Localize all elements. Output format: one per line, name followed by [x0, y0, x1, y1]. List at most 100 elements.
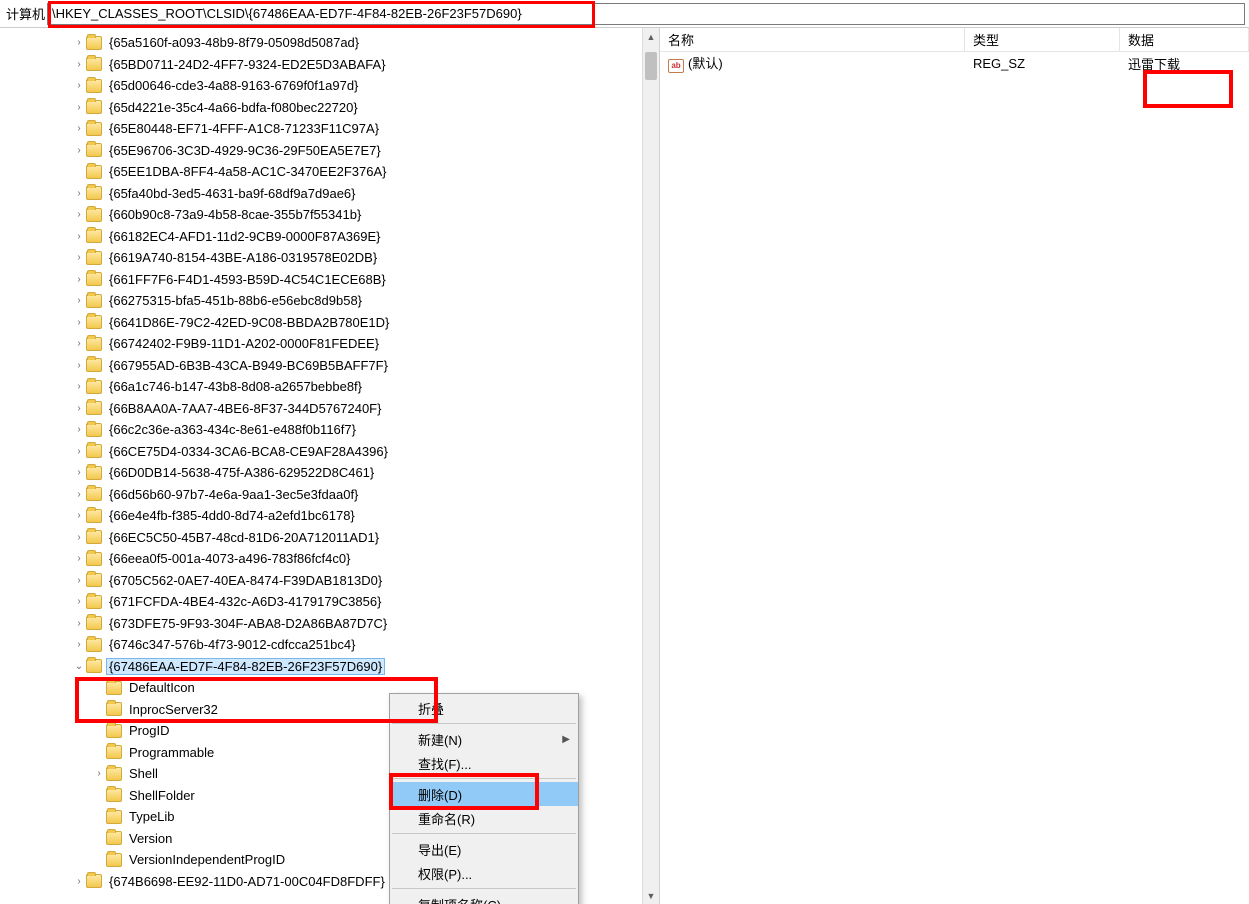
tree-item[interactable]: ›{661FF7F6-F4D1-4593-B59D-4C54C1ECE68B} [0, 269, 659, 291]
menu-collapse[interactable]: 折叠 [390, 696, 578, 720]
values-header: 名称 类型 数据 [660, 28, 1249, 52]
tree-item-label: {66e4e4fb-f385-4dd0-8d74-a2efd1bc6178} [106, 507, 358, 524]
expand-closed-icon[interactable]: › [72, 553, 86, 564]
tree-item[interactable]: ⌄ {67486EAA-ED7F-4F84-82EB-26F23F57D690} [0, 656, 659, 678]
expand-closed-icon[interactable]: › [72, 252, 86, 263]
expand-closed-icon[interactable]: › [72, 338, 86, 349]
menu-permissions[interactable]: 权限(P)... [390, 861, 578, 885]
expand-closed-icon[interactable]: › [72, 639, 86, 650]
tree-item[interactable]: › {66e4e4fb-f385-4dd0-8d74-a2efd1bc6178} [0, 505, 659, 527]
tree-item-label: {67486EAA-ED7F-4F84-82EB-26F23F57D690} [106, 658, 385, 675]
tree-item[interactable]: ›{66EC5C50-45B7-48cd-81D6-20A712011AD1} [0, 527, 659, 549]
expand-closed-icon[interactable]: › [72, 80, 86, 91]
tree-item[interactable]: ·{65EE1DBA-8FF4-4a58-AC1C-3470EE2F376A} [0, 161, 659, 183]
tree-item[interactable]: ›{66275315-bfa5-451b-88b6-e56ebc8d9b58} [0, 290, 659, 312]
col-header-type[interactable]: 类型 [965, 28, 1120, 51]
scroll-down-button[interactable]: ▼ [643, 887, 659, 904]
menu-find[interactable]: 查找(F)... [390, 751, 578, 775]
expand-open-icon[interactable]: ⌄ [72, 661, 86, 672]
tree-item[interactable]: ›{673DFE75-9F93-304F-ABA8-D2A86BA87D7C} [0, 613, 659, 635]
folder-icon [86, 423, 102, 437]
expand-closed-icon[interactable]: › [72, 102, 86, 113]
expand-closed-icon[interactable]: › [72, 360, 86, 371]
expand-closed-icon[interactable]: › [72, 188, 86, 199]
tree-item[interactable]: › {6641D86E-79C2-42ED-9C08-BBDA2B780E1D} [0, 312, 659, 334]
expand-closed-icon[interactable]: › [72, 618, 86, 629]
tree-item[interactable]: › {66D0DB14-5638-475f-A386-629522D8C461} [0, 462, 659, 484]
tree-item[interactable]: ›{66182EC4-AFD1-11d2-9CB9-0000F87A369E} [0, 226, 659, 248]
tree-item[interactable]: ›{66CE75D4-0334-3CA6-BCA8-CE9AF28A4396} [0, 441, 659, 463]
tree-item[interactable]: ›{66d56b60-97b7-4e6a-9aa1-3ec5e3fdaa0f} [0, 484, 659, 506]
menu-item-label: 权限(P)... [418, 864, 472, 883]
tree-item-label: Shell [126, 765, 161, 782]
tree-item-label: VersionIndependentProgID [126, 851, 288, 868]
menu-item-label: 删除(D) [418, 785, 462, 804]
address-input[interactable] [47, 3, 1245, 25]
expand-closed-icon[interactable]: › [72, 274, 86, 285]
tree-item[interactable]: ›{65E80448-EF71-4FFF-A1C8-71233F11C97A} [0, 118, 659, 140]
expand-closed-icon[interactable]: › [72, 231, 86, 242]
folder-icon [86, 122, 102, 136]
expand-closed-icon[interactable]: › [72, 37, 86, 48]
expand-closed-icon[interactable]: › [72, 446, 86, 457]
expand-closed-icon[interactable]: › [72, 876, 86, 887]
tree-item[interactable]: ›{65E96706-3C3D-4929-9C36-29F50EA5E7E7} [0, 140, 659, 162]
expand-closed-icon[interactable]: › [72, 467, 86, 478]
menu-item-label: 复制项名称(C) [418, 895, 501, 904]
tree-item[interactable]: ›{65d00646-cde3-4a88-9163-6769f0f1a97d} [0, 75, 659, 97]
tree-item[interactable]: ›{6619A740-8154-43BE-A186-0319578E02DB} [0, 247, 659, 269]
value-row[interactable]: ab(默认) REG_SZ 迅雷下载 [660, 52, 1249, 74]
expand-closed-icon[interactable]: › [72, 59, 86, 70]
expand-closed-icon[interactable]: › [72, 123, 86, 134]
expand-none-icon: · [92, 811, 106, 822]
expand-none-icon: · [92, 833, 106, 844]
tree-item[interactable]: ›{65fa40bd-3ed5-4631-ba9f-68df9a7d9ae6} [0, 183, 659, 205]
expand-closed-icon[interactable]: › [72, 295, 86, 306]
tree-item-label: ProgID [126, 722, 172, 739]
folder-icon [86, 165, 102, 179]
menu-copy-key-name[interactable]: 复制项名称(C) [390, 892, 578, 904]
menu-delete[interactable]: 删除(D) [390, 782, 578, 806]
tree-item[interactable]: › {66B8AA0A-7AA7-4BE6-8F37-344D5767240F} [0, 398, 659, 420]
tree-item[interactable]: ›{66eea0f5-001a-4073-a496-783f86fcf4c0} [0, 548, 659, 570]
tree-item[interactable]: ›{66c2c36e-a363-434c-8e61-e488f0b116f7} [0, 419, 659, 441]
scroll-thumb[interactable] [645, 52, 657, 80]
tree-item[interactable]: ›{66742402-F9B9-11D1-A202-0000F81FEDEE} [0, 333, 659, 355]
tree-item[interactable]: ›{65BD0711-24D2-4FF7-9324-ED2E5D3ABAFA} [0, 54, 659, 76]
tree-item[interactable]: ›{660b90c8-73a9-4b58-8cae-355b7f55341b} [0, 204, 659, 226]
menu-export[interactable]: 导出(E) [390, 837, 578, 861]
tree-item[interactable]: ›{66a1c746-b147-43b8-8d08-a2657bebbe8f} [0, 376, 659, 398]
expand-closed-icon[interactable]: › [72, 489, 86, 500]
tree-item-label: {674B6698-EE92-11D0-AD71-00C04FD8FDFF} [106, 873, 388, 890]
tree-item[interactable]: ›{667955AD-6B3B-43CA-B949-BC69B5BAFF7F} [0, 355, 659, 377]
tree-scrollbar[interactable]: ▲ ▼ [642, 28, 659, 904]
col-header-name[interactable]: 名称 [660, 28, 965, 51]
tree-item-label: {66D0DB14-5638-475f-A386-629522D8C461} [106, 464, 377, 481]
tree-item[interactable]: ›{65a5160f-a093-48b9-8f79-05098d5087ad} [0, 32, 659, 54]
expand-closed-icon[interactable]: › [72, 424, 86, 435]
scroll-up-button[interactable]: ▲ [643, 28, 659, 45]
tree-item[interactable]: ›{6746c347-576b-4f73-9012-cdfcca251bc4} [0, 634, 659, 656]
menu-new[interactable]: 新建(N)▶ [390, 727, 578, 751]
expand-closed-icon[interactable]: › [72, 596, 86, 607]
tree-item-label: {66B8AA0A-7AA7-4BE6-8F37-344D5767240F} [106, 400, 384, 417]
folder-icon [86, 659, 102, 673]
expand-closed-icon[interactable]: › [72, 209, 86, 220]
expand-closed-icon[interactable]: › [72, 575, 86, 586]
menu-item-label: 新建(N) [418, 730, 462, 749]
tree-item-label: {6641D86E-79C2-42ED-9C08-BBDA2B780E1D} [106, 314, 392, 331]
menu-item-label: 查找(F)... [418, 754, 471, 773]
expand-closed-icon[interactable]: › [72, 145, 86, 156]
expand-closed-icon[interactable]: › [72, 381, 86, 392]
tree-item[interactable]: ›{65d4221e-35c4-4a66-bdfa-f080bec22720} [0, 97, 659, 119]
tree-item[interactable]: ›{671FCFDA-4BE4-432c-A6D3-4179179C3856} [0, 591, 659, 613]
expand-closed-icon[interactable]: › [92, 768, 106, 779]
col-header-data[interactable]: 数据 [1120, 28, 1249, 51]
tree-item[interactable]: ›{6705C562-0AE7-40EA-8474-F39DAB1813D0} [0, 570, 659, 592]
menu-rename[interactable]: 重命名(R) [390, 806, 578, 830]
expand-closed-icon[interactable]: › [72, 532, 86, 543]
folder-icon [86, 143, 102, 157]
expand-closed-icon[interactable]: › [72, 317, 86, 328]
expand-closed-icon[interactable]: › [72, 510, 86, 521]
expand-closed-icon[interactable]: › [72, 403, 86, 414]
